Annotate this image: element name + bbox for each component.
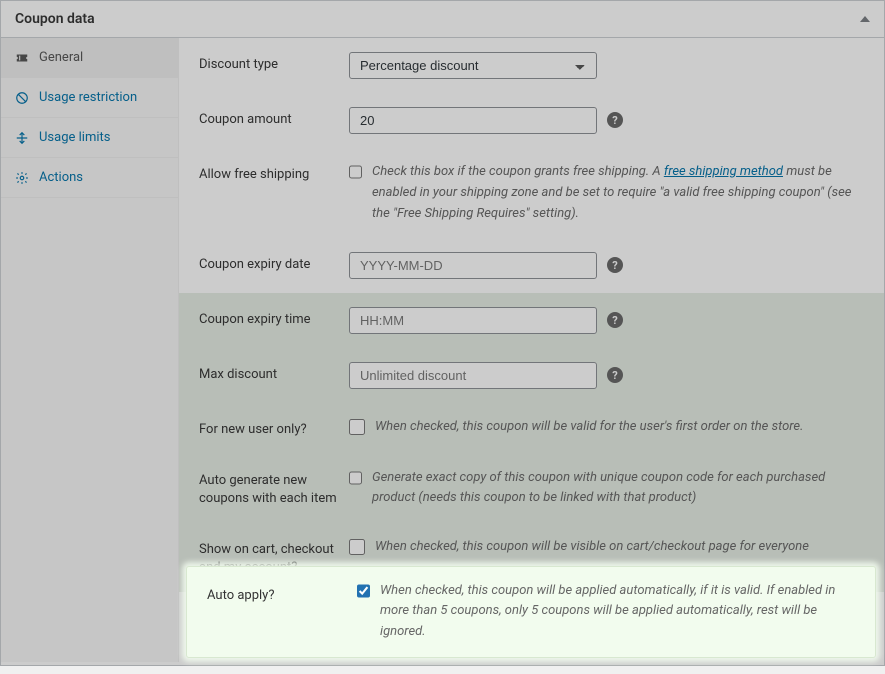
label-max-discount: Max discount [199,362,339,384]
field-expiry-time: Coupon expiry time ? [179,293,884,348]
free-shipping-desc: Check this box if the coupon grants free… [372,162,864,224]
label-coupon-amount: Coupon amount [199,107,339,129]
auto-apply-desc: When checked, this coupon will be applie… [380,581,855,643]
sidebar-item-general[interactable]: General [1,38,178,78]
label-new-user: For new user only? [199,417,339,439]
sidebar-item-label: Usage restriction [39,90,137,105]
field-discount-type: Discount type Percentage discount [179,38,884,93]
field-coupon-amount: Coupon amount ? [179,93,884,148]
collapse-toggle-icon[interactable] [860,16,870,22]
expiry-date-input[interactable] [349,252,597,279]
sidebar-item-actions[interactable]: Actions [1,158,178,198]
move-icon [15,131,29,145]
help-icon[interactable]: ? [607,112,623,128]
help-icon[interactable]: ? [607,367,623,383]
field-new-user: For new user only? When checked, this co… [179,403,884,453]
new-user-desc: When checked, this coupon will be valid … [375,417,803,438]
auto-apply-checkbox[interactable] [357,583,370,599]
max-discount-input[interactable] [349,362,597,389]
sidebar-item-label: General [39,50,83,65]
label-free-shipping: Allow free shipping [199,162,339,184]
sidebar-item-usage-restriction[interactable]: Usage restriction [1,78,178,118]
sidebar-item-usage-limits[interactable]: Usage limits [1,118,178,158]
label-auto-generate: Auto generate new coupons with each item [199,468,339,508]
ticket-icon [15,51,29,65]
tab-sidebar: General Usage restriction Usage limits A… [1,38,179,662]
field-auto-generate: Auto generate new coupons with each item… [179,454,884,524]
free-shipping-method-link[interactable]: free shipping method [664,164,783,179]
field-expiry-date: Coupon expiry date ? [179,238,884,293]
sidebar-item-label: Actions [39,170,83,185]
free-shipping-checkbox[interactable] [349,164,362,180]
help-icon[interactable]: ? [607,257,623,273]
auto-generate-checkbox[interactable] [349,470,362,486]
discount-type-select[interactable]: Percentage discount [349,52,597,79]
field-free-shipping: Allow free shipping Check this box if th… [179,148,884,238]
new-user-checkbox[interactable] [349,419,365,435]
help-icon[interactable]: ? [607,312,623,328]
label-auto-apply: Auto apply? [207,581,347,643]
auto-generate-desc: Generate exact copy of this coupon with … [372,468,864,510]
label-expiry-date: Coupon expiry date [199,252,339,274]
panel-title: Coupon data [15,11,95,27]
panel-header[interactable]: Coupon data [1,1,884,38]
show-cart-desc: When checked, this coupon will be visibl… [375,537,809,558]
show-cart-checkbox[interactable] [349,539,365,555]
gear-icon [15,171,29,185]
sidebar-item-label: Usage limits [39,130,110,145]
field-max-discount: Max discount ? [179,348,884,403]
label-discount-type: Discount type [199,52,339,74]
field-auto-apply: Auto apply? When checked, this coupon wi… [186,566,876,658]
label-expiry-time: Coupon expiry time [199,307,339,329]
expiry-time-input[interactable] [349,307,597,334]
ban-icon [15,91,29,105]
coupon-amount-input[interactable] [349,107,597,134]
